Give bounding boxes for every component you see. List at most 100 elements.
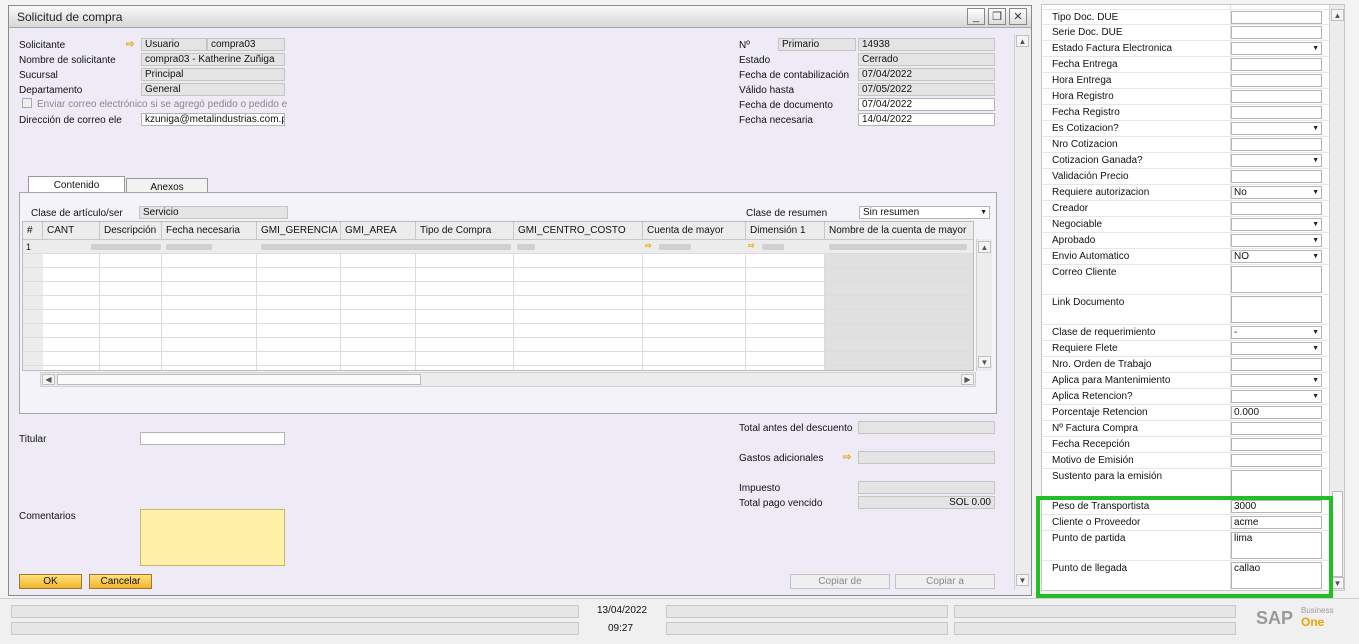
- link-arrow-icon[interactable]: ⇨: [843, 452, 851, 463]
- serie-select[interactable]: Primario: [778, 38, 856, 51]
- correo-field[interactable]: kzuniga@metalindustrias.com.pe: [141, 113, 285, 126]
- comentarios-textarea[interactable]: [140, 509, 285, 566]
- column-header[interactable]: CANT: [43, 222, 100, 240]
- total-pago-field[interactable]: SOL 0.00: [858, 496, 995, 509]
- clase-resumen-select[interactable]: Sin resumen: [859, 206, 990, 219]
- udf-select[interactable]: [1231, 218, 1322, 231]
- table-row[interactable]: [23, 338, 973, 352]
- udf-field[interactable]: [1231, 454, 1322, 467]
- udf-select[interactable]: [1231, 154, 1322, 167]
- column-header[interactable]: #: [23, 222, 43, 240]
- nombre-field[interactable]: compra03 - Katherine Zuñiga: [141, 53, 285, 66]
- table-row[interactable]: 1 ⇨ ⇨: [23, 240, 973, 254]
- restore-icon[interactable]: ❐: [988, 8, 1006, 25]
- column-header[interactable]: GMI_GERENCIA: [257, 222, 341, 240]
- link-arrow-icon[interactable]: ⇨: [645, 241, 652, 250]
- solicitante-type-select[interactable]: Usuario: [141, 38, 207, 51]
- udf-field[interactable]: [1231, 58, 1322, 71]
- udf-field[interactable]: [1231, 470, 1322, 497]
- udf-select[interactable]: [1231, 342, 1322, 355]
- udf-field[interactable]: [1231, 138, 1322, 151]
- scroll-left-icon[interactable]: ◀: [42, 374, 55, 385]
- udf-field[interactable]: [1231, 202, 1322, 215]
- udf-field[interactable]: [1231, 296, 1322, 323]
- udf-select[interactable]: NO: [1231, 250, 1322, 263]
- scroll-down-icon[interactable]: ▼: [1016, 574, 1029, 586]
- scroll-up-icon[interactable]: ▲: [1016, 35, 1029, 47]
- fecha-contabilizacion-field[interactable]: 07/04/2022: [858, 68, 995, 81]
- table-row[interactable]: [23, 296, 973, 310]
- udf-field[interactable]: [1231, 11, 1322, 24]
- udf-field[interactable]: [1231, 90, 1322, 103]
- scroll-up-icon[interactable]: ▲: [978, 241, 991, 253]
- impuesto-field[interactable]: [858, 481, 995, 494]
- link-arrow-icon[interactable]: ⇨: [748, 241, 755, 250]
- minimize-icon[interactable]: _: [967, 8, 985, 25]
- udf-field[interactable]: [1231, 74, 1322, 87]
- column-header[interactable]: Cuenta de mayor: [643, 222, 746, 240]
- column-header[interactable]: GMI_AREA: [341, 222, 416, 240]
- fecha-documento-field[interactable]: 07/04/2022: [858, 98, 995, 111]
- column-header[interactable]: GMI_CENTRO_COSTO: [514, 222, 643, 240]
- estado-field[interactable]: Cerrado: [858, 53, 995, 66]
- udf-select[interactable]: [1231, 390, 1322, 403]
- fecha-necesaria-label: Fecha necesaria: [739, 115, 813, 126]
- udf-label: Porcentaje Retencion: [1052, 407, 1148, 418]
- column-header[interactable]: Nombre de la cuenta de mayor: [825, 222, 973, 240]
- link-arrow-icon[interactable]: ⇨: [126, 39, 134, 50]
- fecha-necesaria-field[interactable]: 14/04/2022: [858, 113, 995, 126]
- table-row[interactable]: [23, 324, 973, 338]
- vertical-scroll-thumb[interactable]: [1332, 491, 1343, 577]
- total-antes-field[interactable]: [858, 421, 995, 434]
- valido-hasta-field[interactable]: 07/05/2022: [858, 83, 995, 96]
- ok-button[interactable]: OK: [19, 574, 82, 589]
- row-separator: [1042, 294, 1344, 295]
- row-separator: [1042, 468, 1344, 469]
- column-header[interactable]: Fecha necesaria: [162, 222, 257, 240]
- copiar-de-button[interactable]: Copiar de: [790, 574, 890, 589]
- titular-field[interactable]: [140, 432, 285, 445]
- enviar-correo-checkbox[interactable]: [22, 98, 32, 108]
- scroll-down-icon[interactable]: ▼: [978, 356, 991, 368]
- udf-select[interactable]: No: [1231, 186, 1322, 199]
- udf-field[interactable]: [1231, 358, 1322, 371]
- horizontal-scroll-thumb[interactable]: [57, 374, 421, 385]
- udf-select[interactable]: [1231, 374, 1322, 387]
- close-icon[interactable]: ✕: [1009, 8, 1027, 25]
- udf-field[interactable]: [1231, 26, 1322, 39]
- udf-label: Validación Precio: [1052, 171, 1129, 182]
- scroll-up-icon[interactable]: ▲: [1331, 9, 1344, 21]
- row-separator: [1042, 88, 1344, 89]
- udf-select[interactable]: -: [1231, 326, 1322, 339]
- udf-select[interactable]: [1231, 42, 1322, 55]
- grid-vertical-scrollbar[interactable]: ▲ ▼: [976, 239, 992, 371]
- table-row[interactable]: [23, 282, 973, 296]
- udf-field[interactable]: [1231, 438, 1322, 451]
- udf-select[interactable]: [1231, 122, 1322, 135]
- udf-field[interactable]: [1231, 266, 1322, 293]
- udf-field[interactable]: [1231, 422, 1322, 435]
- numero-field[interactable]: 14938: [858, 38, 995, 51]
- column-header[interactable]: Tipo de Compra: [416, 222, 514, 240]
- udf-field[interactable]: [1231, 170, 1322, 183]
- table-row[interactable]: [23, 268, 973, 282]
- clase-articulo-select[interactable]: Servicio: [139, 206, 288, 219]
- scroll-right-icon[interactable]: ▶: [961, 374, 974, 385]
- departamento-field[interactable]: General: [141, 83, 285, 96]
- solicitante-code-field[interactable]: compra03: [207, 38, 285, 51]
- cancel-button[interactable]: Cancelar: [89, 574, 152, 589]
- udf-label: Creador: [1052, 203, 1089, 214]
- column-header[interactable]: Dimensión 1: [746, 222, 825, 240]
- table-row[interactable]: [23, 310, 973, 324]
- gastos-field[interactable]: [858, 451, 995, 464]
- grid-horizontal-scrollbar[interactable]: ◀ ▶: [40, 372, 976, 387]
- table-row[interactable]: [23, 254, 973, 268]
- column-header[interactable]: Descripción: [100, 222, 162, 240]
- form-vertical-scrollbar[interactable]: ▲ ▼: [1014, 34, 1030, 590]
- udf-field[interactable]: [1231, 106, 1322, 119]
- table-row[interactable]: [23, 352, 973, 366]
- udf-select[interactable]: [1231, 234, 1322, 247]
- udf-field[interactable]: 0.000: [1231, 406, 1322, 419]
- sucursal-field[interactable]: Principal: [141, 68, 285, 81]
- copiar-a-button[interactable]: Copiar a: [895, 574, 995, 589]
